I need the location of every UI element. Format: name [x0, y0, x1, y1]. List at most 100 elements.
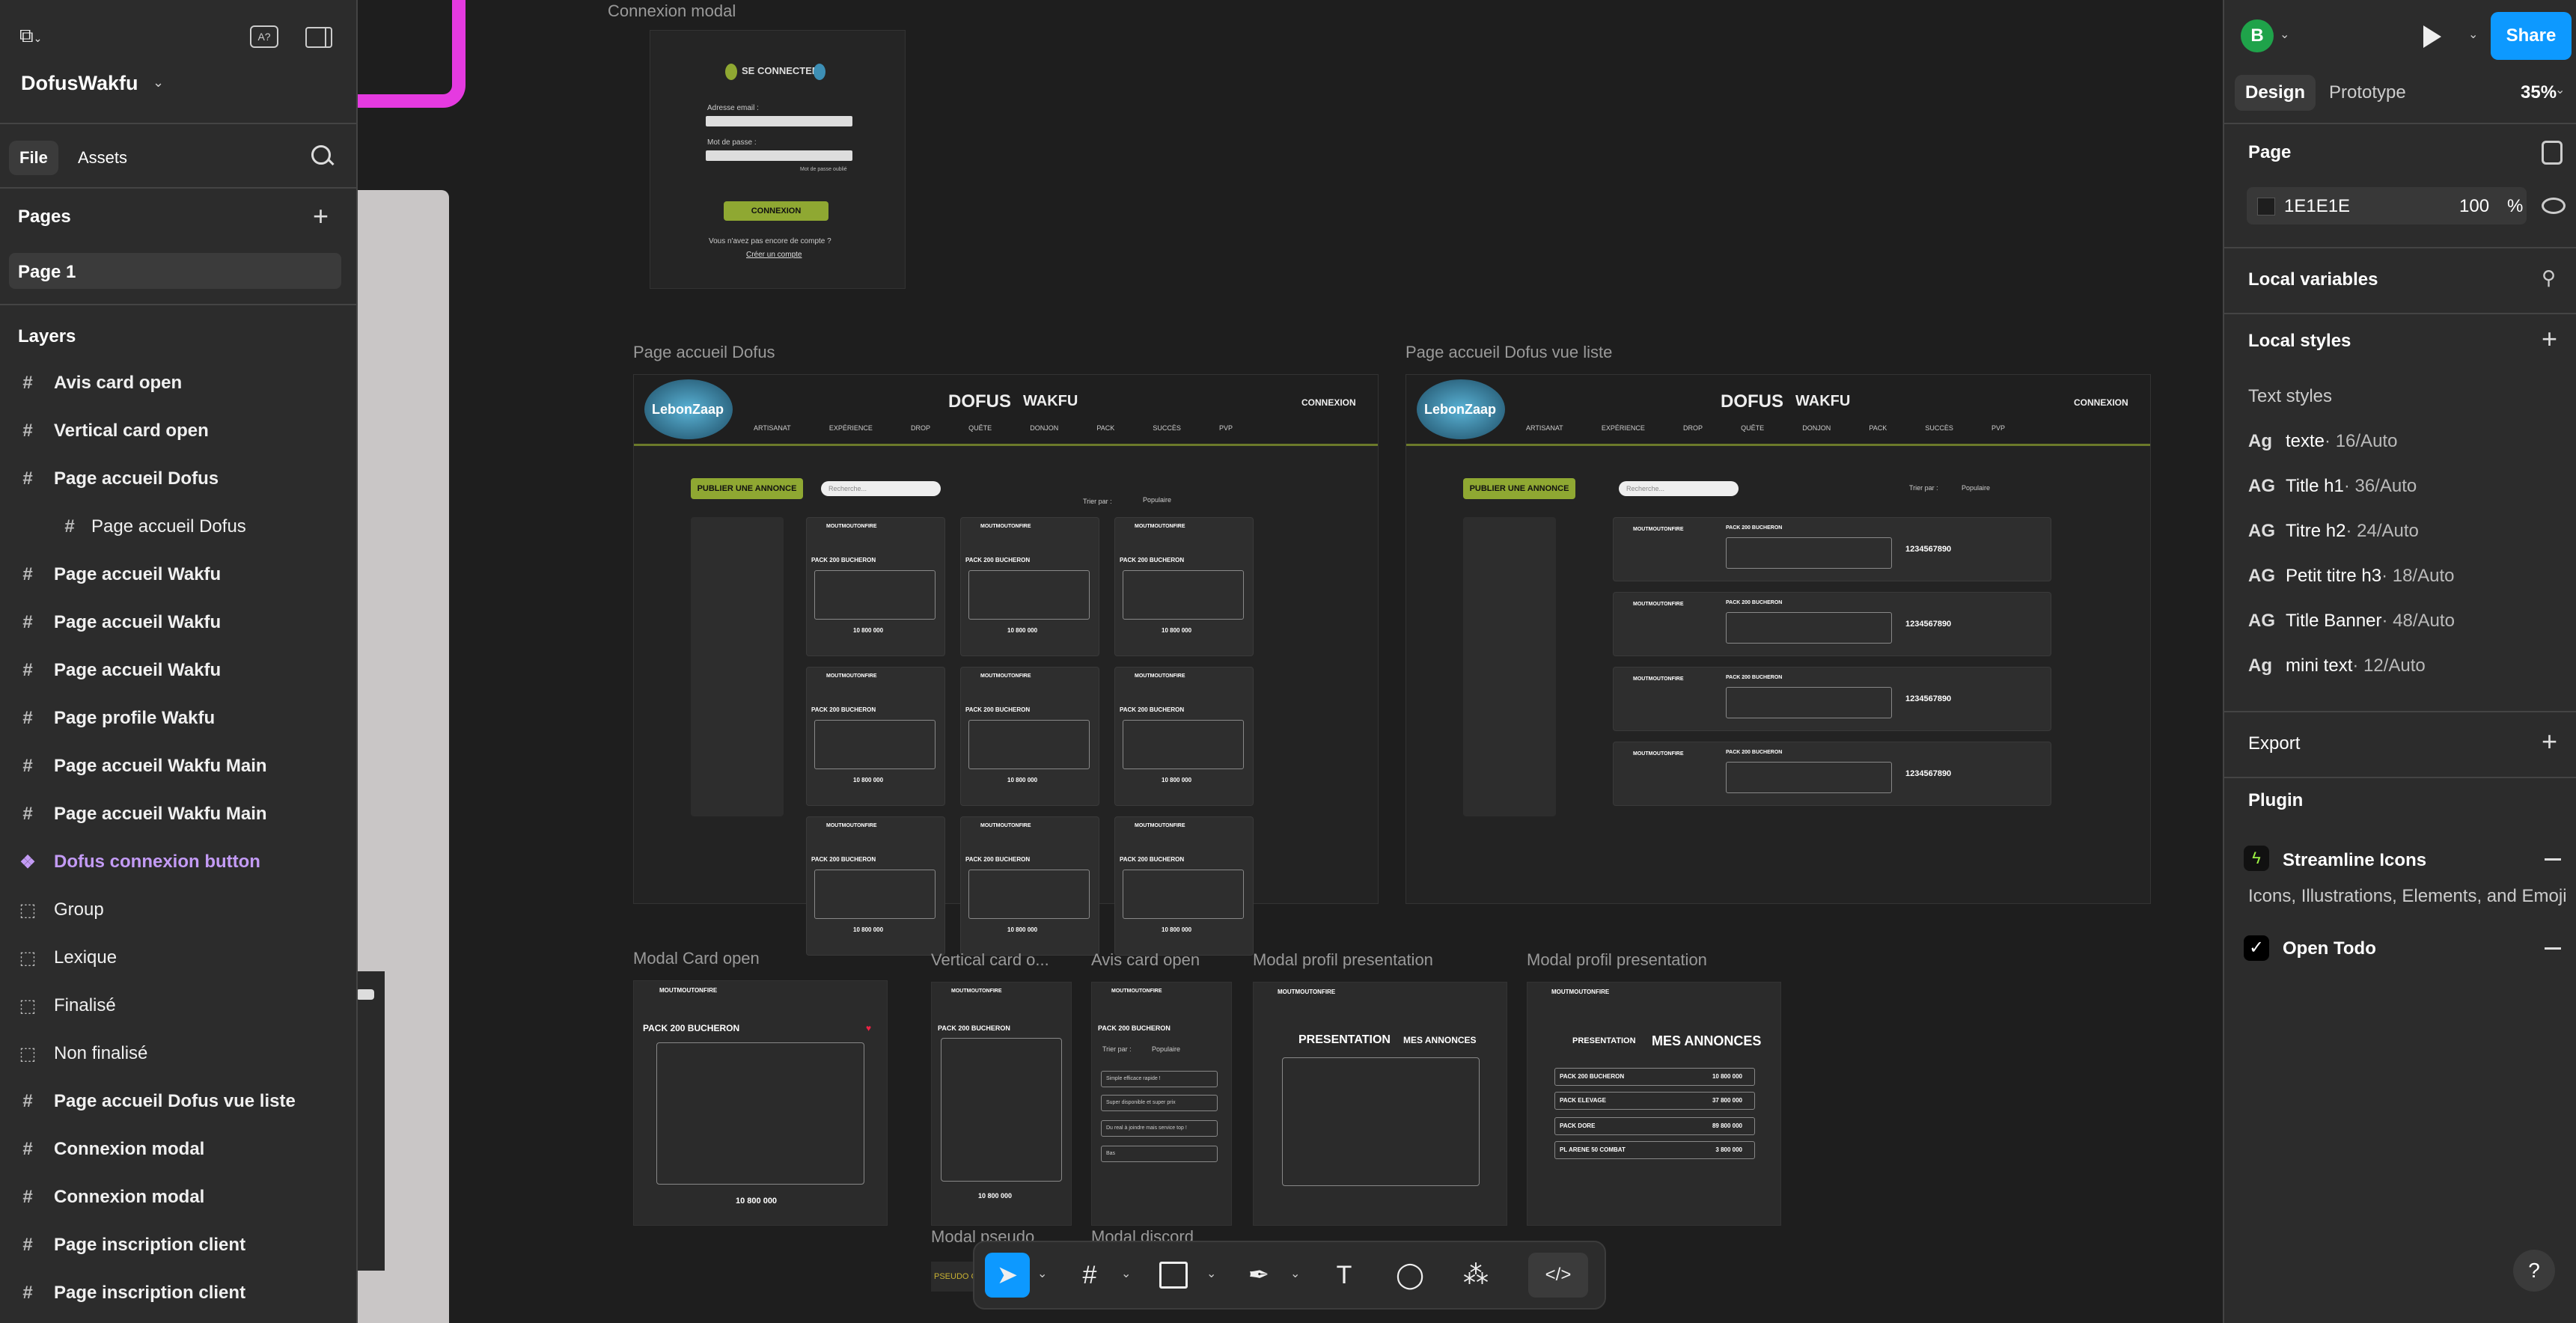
search-input[interactable]: Recherche...: [821, 481, 941, 496]
chevron-down-icon[interactable]: ⌄: [2468, 27, 2478, 42]
text-style-item[interactable]: Ag mini text · 12/Auto: [2248, 656, 2426, 676]
canvas[interactable]: Connexion modal SE CONNECTER Adresse ema…: [356, 0, 2224, 1323]
add-export-icon[interactable]: +: [2542, 726, 2557, 757]
nav-item[interactable]: ARTISANAT: [1526, 424, 1563, 432]
frame-title-avis-card[interactable]: Avis card open: [1091, 950, 1200, 970]
layer-item[interactable]: # Page accueil Wakfu: [0, 648, 356, 693]
dev-mode-icon[interactable]: </>: [1528, 1253, 1588, 1298]
list-row[interactable]: MOUTMOUTONFIRE PACK 200 BUCHERON 123456789…: [1613, 517, 2051, 581]
layer-item[interactable]: # Connexion modal: [0, 1127, 356, 1172]
avis-sort[interactable]: Populaire: [1152, 1045, 1180, 1053]
chevron-down-icon[interactable]: ⌄: [1121, 1266, 1131, 1281]
nav-item[interactable]: EXPÉRIENCE: [829, 424, 873, 432]
site-login[interactable]: CONNEXION: [1301, 397, 1356, 408]
list-row[interactable]: MOUTMOUTONFIRE PACK 200 BUCHERON 123456789…: [1613, 667, 2051, 731]
chevron-down-icon[interactable]: ⌄: [1290, 1266, 1300, 1281]
connexion-modal-frame[interactable]: SE CONNECTER Adresse email : Mot de pass…: [650, 30, 906, 289]
password-field[interactable]: [706, 150, 852, 161]
ai-icon[interactable]: A?: [250, 25, 278, 48]
layer-item[interactable]: # Page accueil Dofus vue liste: [0, 1079, 356, 1124]
variables-icon[interactable]: ⚲: [2542, 266, 2556, 290]
chevron-down-icon[interactable]: ⌄: [153, 75, 164, 91]
site-login[interactable]: CONNEXION: [2074, 397, 2128, 408]
comment-tool-icon[interactable]: ◯: [1388, 1253, 1432, 1298]
layer-item[interactable]: ⬚ Lexique: [0, 935, 356, 980]
modal-profil-1-frame[interactable]: MOUTMOUTONFIRE PRESENTATION MES ANNONCES: [1253, 982, 1507, 1226]
product-card[interactable]: MOUTMOUTONFIRE PACK 200 BUCHERON 10 800 00…: [960, 816, 1099, 956]
accueil-dofus-liste-frame[interactable]: LebonZaap DOFUS WAKFU CONNEXION ARTISANA…: [1405, 374, 2151, 904]
nav-item[interactable]: PACK: [1096, 424, 1114, 432]
profil-row[interactable]: PL ARENE 50 COMBAT 3 800 000: [1554, 1141, 1755, 1159]
rectangle-tool-icon[interactable]: [1151, 1253, 1196, 1298]
frame-title-vertical-card[interactable]: Vertical card o...: [931, 950, 1049, 970]
nav-item[interactable]: PVP: [1219, 424, 1233, 432]
product-card[interactable]: MOUTMOUTONFIRE PACK 200 BUCHERON 10 800 00…: [806, 816, 945, 956]
layer-item[interactable]: # Page accueil Wakfu Main: [0, 792, 356, 837]
nav-item[interactable]: DROP: [1683, 424, 1703, 432]
search-input[interactable]: Recherche...: [1619, 481, 1739, 496]
text-style-item[interactable]: AG Petit titre h3 · 18/Auto: [2248, 566, 2454, 587]
zoom-level[interactable]: 35%: [2521, 82, 2557, 103]
nav-item[interactable]: EXPÉRIENCE: [1602, 424, 1645, 432]
product-card[interactable]: MOUTMOUTONFIRE PACK 200 BUCHERON 10 800 00…: [960, 667, 1099, 806]
layer-item[interactable]: # Page inscription client: [0, 1271, 356, 1316]
nav-item[interactable]: QUÊTE: [1741, 424, 1764, 432]
search-icon[interactable]: [311, 145, 335, 166]
nav-item[interactable]: ARTISANAT: [754, 424, 791, 432]
email-field[interactable]: [706, 116, 852, 126]
avatar[interactable]: B: [2241, 19, 2274, 52]
list-row[interactable]: MOUTMOUTONFIRE PACK 200 BUCHERON 123456789…: [1613, 742, 2051, 806]
page-style-icon[interactable]: [2542, 141, 2563, 165]
help-icon[interactable]: ?: [2513, 1250, 2555, 1292]
local-variables-title[interactable]: Local variables: [2248, 269, 2378, 290]
actions-tool-icon[interactable]: ⁂: [1453, 1253, 1498, 1298]
profil-row[interactable]: PACK ELEVAGE 37 800 000: [1554, 1092, 1755, 1110]
layer-item[interactable]: # Page inscription client: [0, 1223, 356, 1268]
sort-select[interactable]: Populaire: [1143, 496, 1171, 504]
plugin-name[interactable]: Streamline Icons: [2283, 850, 2426, 871]
text-style-item[interactable]: AG Title Banner · 48/Auto: [2248, 611, 2455, 632]
profil-row[interactable]: PACK 200 BUCHERON 10 800 000: [1554, 1068, 1755, 1086]
nav-item[interactable]: PVP: [1991, 424, 2005, 432]
plugin-name[interactable]: Open Todo: [2283, 938, 2376, 959]
avis-option[interactable]: Bas: [1101, 1146, 1218, 1162]
tab-assets[interactable]: Assets: [67, 141, 138, 175]
move-tool-icon[interactable]: ➤: [985, 1253, 1030, 1298]
text-style-item[interactable]: Ag texte · 16/Auto: [2248, 431, 2397, 452]
layer-item[interactable]: # Page accueil Wakfu Main: [0, 744, 356, 789]
add-style-icon[interactable]: +: [2542, 323, 2557, 355]
sort-select[interactable]: Populaire: [1962, 484, 1990, 492]
chevron-down-icon[interactable]: ⌄: [1206, 1266, 1216, 1281]
frame-title-connexion-modal[interactable]: Connexion modal: [608, 1, 736, 21]
modal-card-frame[interactable]: MOUTMOUTONFIRE PACK 200 BUCHERON ♥ 10 80…: [633, 980, 888, 1226]
layer-item[interactable]: # Page accueil Dofus: [0, 456, 356, 501]
add-page-icon[interactable]: +: [313, 201, 329, 232]
collapse-icon[interactable]: [2545, 858, 2561, 861]
nav-item[interactable]: DROP: [911, 424, 930, 432]
publish-button[interactable]: PUBLIER UNE ANNONCE: [691, 478, 803, 499]
pseudo-field[interactable]: PSEUDO C: [931, 1262, 979, 1292]
frame-title-modal-profil-1[interactable]: Modal profil presentation: [1253, 950, 1433, 970]
text-style-item[interactable]: AG Title h1 · 36/Auto: [2248, 476, 2417, 497]
nav-item[interactable]: SUCCÈS: [1153, 424, 1181, 432]
magenta-frame-edge[interactable]: [356, 0, 466, 108]
modal-profil-2-frame[interactable]: MOUTMOUTONFIRE PRESENTATION MES ANNONCES…: [1527, 982, 1781, 1226]
chevron-down-icon[interactable]: ⌄: [2555, 82, 2565, 97]
product-card[interactable]: MOUTMOUTONFIRE PACK 200 BUCHERON 10 800 00…: [960, 517, 1099, 656]
frame-title-modal-profil-2[interactable]: Modal profil presentation: [1527, 950, 1707, 970]
frame-tool-icon[interactable]: #: [1067, 1253, 1112, 1298]
product-card[interactable]: MOUTMOUTONFIRE PACK 200 BUCHERON 10 800 00…: [806, 517, 945, 656]
tab-presentation[interactable]: PRESENTATION: [1572, 1036, 1636, 1045]
layer-item[interactable]: # Page profile Wakfu: [0, 696, 356, 741]
connexion-button[interactable]: CONNEXION: [724, 201, 828, 221]
forgot-password-link[interactable]: Mot de passe oublié: [800, 167, 847, 172]
page-color-field[interactable]: 1E1E1E 100 %: [2247, 187, 2527, 224]
product-card[interactable]: MOUTMOUTONFIRE PACK 200 BUCHERON 10 800 00…: [1114, 517, 1254, 656]
layer-item[interactable]: ⬚ Non finalisé: [0, 1031, 356, 1076]
eye-icon[interactable]: [2542, 198, 2566, 214]
avis-option[interactable]: Super disponible et super prix: [1101, 1095, 1218, 1111]
tab-presentation[interactable]: PRESENTATION: [1298, 1033, 1391, 1047]
tab-annonces[interactable]: MES ANNONCES: [1652, 1033, 1761, 1049]
text-style-item[interactable]: AG Titre h2 · 24/Auto: [2248, 521, 2419, 542]
figma-menu-icon[interactable]: ⧉⌄: [19, 24, 49, 46]
